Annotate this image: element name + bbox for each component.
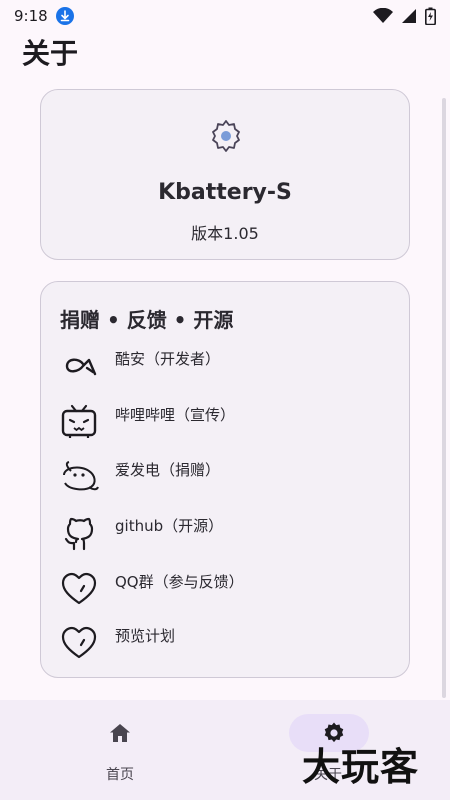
nav-home[interactable]: 首页 — [75, 714, 165, 794]
link-coolapk[interactable]: 酷安（开发者） — [59, 346, 389, 386]
link-label: 酷安（开发者） — [115, 350, 221, 368]
app-info-card: Kbattery-S 版本1.05 — [40, 89, 410, 260]
link-github[interactable]: github（开源） — [59, 513, 389, 553]
link-label: QQ群（参与反馈） — [115, 573, 244, 591]
scrollbar[interactable] — [442, 98, 446, 698]
app-version: 版本1.05 — [191, 224, 259, 243]
coolapk-icon — [65, 358, 97, 376]
afdian-icon — [63, 461, 99, 491]
heart-icon — [61, 572, 97, 605]
app-name: Kbattery-S — [158, 180, 292, 205]
nav-home-label: 首页 — [106, 767, 134, 783]
links-title: 捐赠 • 反馈 • 开源 — [60, 308, 234, 332]
status-bar: 9:18 — [0, 0, 450, 32]
links-card: 捐赠 • 反馈 • 开源 酷安（开发者） 哔哩哔哩（宣传） 爱发电（捐赠） gi… — [40, 281, 410, 678]
link-qq-group[interactable]: QQ群（参与反馈） — [59, 569, 389, 609]
watermark: 大玩客 — [302, 745, 420, 789]
signal-icon — [402, 9, 416, 23]
github-icon — [64, 517, 94, 551]
link-afdian[interactable]: 爱发电（捐赠） — [59, 457, 389, 497]
link-bilibili[interactable]: 哔哩哔哩（宣传） — [59, 402, 389, 442]
wifi-icon — [373, 8, 393, 23]
download-icon — [55, 7, 74, 25]
battery-icon — [425, 7, 436, 25]
page-title: 关于 — [22, 37, 79, 70]
settings-gear-icon — [212, 120, 240, 152]
link-label: 爱发电（捐赠） — [115, 461, 221, 479]
link-label: 预览计划 — [115, 627, 176, 645]
link-preview-program[interactable]: 预览计划 — [59, 623, 389, 663]
link-label: 哔哩哔哩（宣传） — [115, 406, 236, 424]
heart-icon — [61, 626, 97, 659]
home-icon — [110, 724, 130, 742]
status-time: 9:18 — [14, 7, 48, 25]
bilibili-icon — [61, 404, 97, 438]
link-label: github（开源） — [115, 517, 224, 535]
